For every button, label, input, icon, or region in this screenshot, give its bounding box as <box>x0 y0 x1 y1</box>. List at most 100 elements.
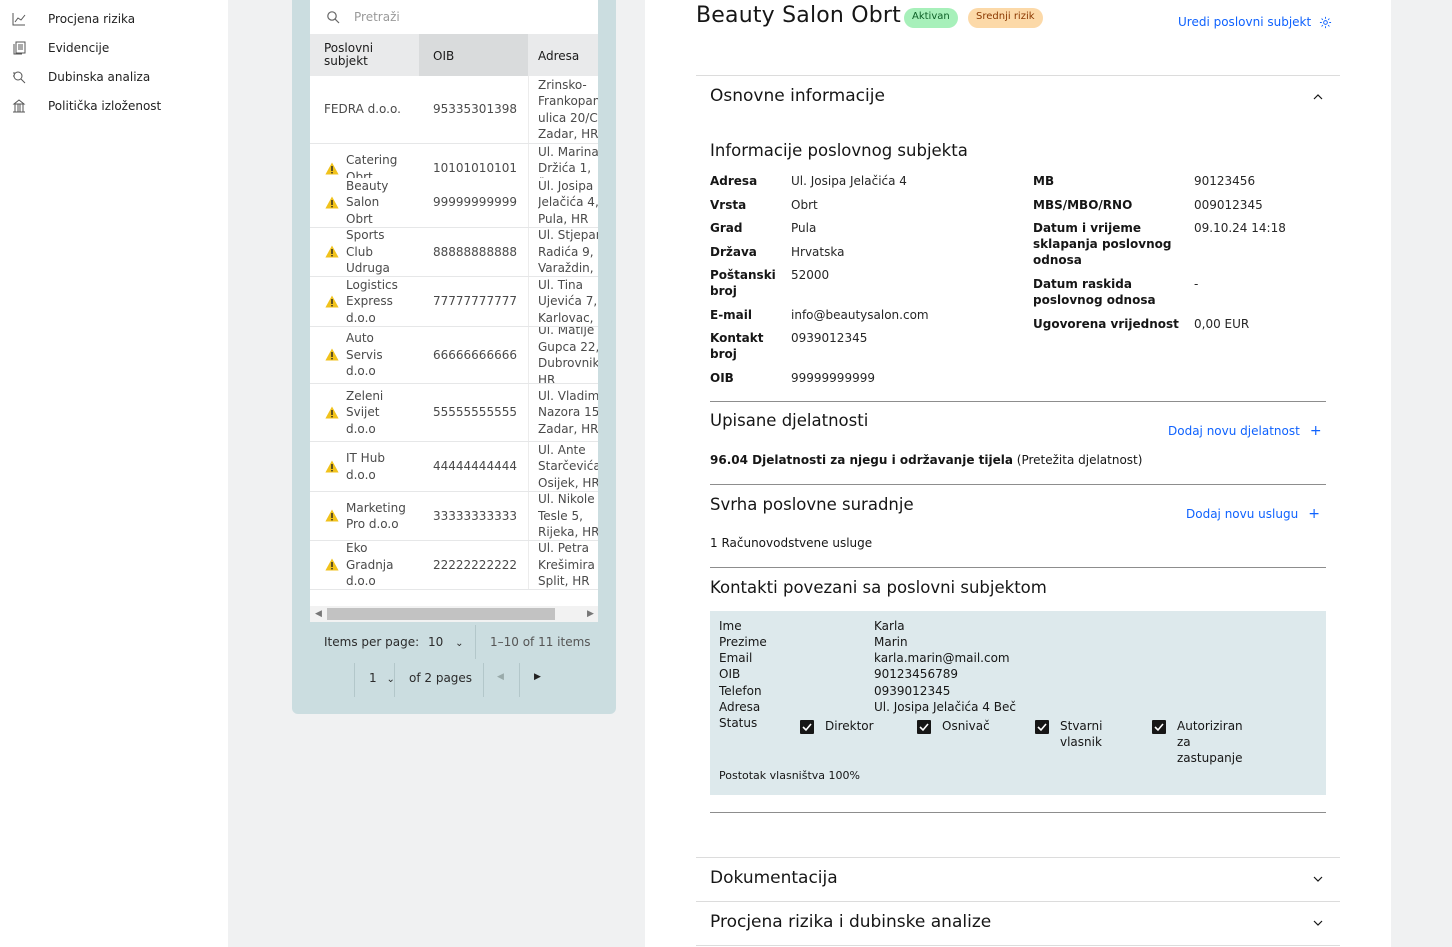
nav-item-procjena-rizika[interactable]: Procjena rizika <box>12 9 135 29</box>
add-activity-label: Dodaj novu djelatnost <box>1168 424 1300 438</box>
contact-key-adresa: Adresa <box>719 700 761 714</box>
field-key-grad: Grad <box>710 221 743 235</box>
chevron-up-icon[interactable] <box>1312 91 1324 103</box>
plus-icon: + <box>1309 423 1322 439</box>
warning-icon <box>325 558 339 571</box>
cell-oib: 77777777777 <box>433 294 517 309</box>
cell-oib: 88888888888 <box>433 244 517 259</box>
table-row[interactable]: Beauty Salon Obrt 99999999999 Ul. Josipa J… <box>310 178 598 228</box>
field-value-datum-raskida: - <box>1194 277 1199 291</box>
line-chart-icon <box>12 12 26 26</box>
table-row[interactable]: Auto Servis d.o.o 66666666666 Ul. Matije G… <box>310 327 598 384</box>
page-select[interactable]: 1 ⌄ <box>369 671 395 685</box>
cell-name: Sports Club Udruga <box>346 228 390 276</box>
warning-icon <box>325 295 339 307</box>
field-value-email: info@beautysalon.com <box>791 308 929 322</box>
table-row[interactable]: Logistics Express d.o.o 77777777777 Ul. Ti… <box>310 277 598 327</box>
role-label-osnivac: Osnivač <box>942 719 990 733</box>
table-row[interactable]: FEDRA d.o.o. 95335301398 Zrinsko- Frankopa… <box>310 76 598 144</box>
table-row[interactable]: Sports Club Udruga 88888888888 Ul. Stjepan… <box>310 228 598 277</box>
warning-icon <box>325 509 339 522</box>
contact-key-email: Email <box>719 651 753 665</box>
column-divider <box>528 277 529 326</box>
contact-key-telefon: Telefon <box>719 684 762 698</box>
section-title-basic[interactable]: Osnovne informacije <box>710 86 885 106</box>
business-entity-table: Poslovni subjekt OIB Adresa FEDRA d.o.o.… <box>310 34 598 606</box>
contact-value-ime: Karla <box>874 619 905 633</box>
cell-address: Ul. Nikole Tesle 5, Rijeka, HR <box>538 492 598 540</box>
column-divider <box>528 76 529 143</box>
warning-icon <box>325 162 339 174</box>
items-per-page-value: 10 <box>428 635 444 649</box>
items-per-page-label: Items per page: <box>324 635 420 649</box>
cell-name: IT Hub d.o.o <box>346 451 385 482</box>
search-input[interactable]: Pretraži <box>310 0 598 34</box>
column-divider <box>528 327 529 383</box>
nav-item-label: Politička izloženost <box>48 99 162 113</box>
chevron-down-icon: ⌄ <box>455 638 464 649</box>
nav-item-politicka-izlozenost[interactable]: Politička izloženost <box>12 96 161 116</box>
column-header-oib[interactable]: OIB <box>419 34 528 76</box>
cell-name: Logistics Express d.o.o <box>346 277 398 325</box>
role-label-stvarni-vlasnik: Stvarni vlasnik <box>1060 719 1103 749</box>
scroll-left-icon[interactable]: ◀ <box>315 609 322 619</box>
column-divider <box>528 541 529 589</box>
column-header-name[interactable]: Poslovni subjekt <box>310 34 419 76</box>
contact-value-telefon: 0939012345 <box>874 684 951 698</box>
column-divider <box>528 492 529 540</box>
section-title-docs[interactable]: Dokumentacija <box>710 868 838 888</box>
pages-total: of 2 pages <box>409 671 473 685</box>
cell-address: Ul. Petra Krešimira 3 Split, HR <box>538 541 595 589</box>
table-row[interactable]: Marketing Pro d.o.o 33333333333 Ul. Nikole… <box>310 492 598 541</box>
nav-item-dubinska-analiza[interactable]: Dubinska analiza <box>12 67 150 87</box>
plus-icon: + <box>1308 506 1320 522</box>
cell-oib: 55555555555 <box>433 405 517 420</box>
table-row[interactable]: Zeleni Svijet d.o.o 55555555555 Ul. Vladim… <box>310 384 598 442</box>
cell-name: Eko Gradnja d.o.o <box>346 541 394 589</box>
purpose-title: Svrha poslovne suradnje <box>710 495 914 514</box>
items-per-page-select[interactable]: 10 ⌄ <box>428 635 464 649</box>
divider <box>710 484 1326 485</box>
column-divider <box>528 178 529 227</box>
previous-page-icon[interactable]: ◀ <box>497 672 504 682</box>
scrollbar-thumb[interactable] <box>327 608 555 620</box>
warning-icon <box>325 406 339 418</box>
pager-divider <box>483 663 484 697</box>
chevron-down-icon[interactable] <box>1312 873 1324 885</box>
add-activity-link[interactable]: Dodaj novu djelatnost + <box>1168 423 1322 439</box>
cell-oib: 44444444444 <box>433 459 517 474</box>
cell-name: FEDRA d.o.o. <box>324 102 401 117</box>
section-title-risk[interactable]: Procjena rizika i dubinske analize <box>710 912 991 932</box>
cell-name: Zeleni Svijet d.o.o <box>346 388 384 436</box>
contact-card <box>710 611 1326 795</box>
info-section-title: Informacije poslovnog subjekta <box>710 141 968 160</box>
contact-value-prezime: Marin <box>874 635 908 649</box>
cell-address: Ul. Vladimira Nazora 15, Zadar, HR <box>538 388 598 436</box>
pager-divider <box>475 625 476 659</box>
cell-address: Ul. Matije Gupca 22, Dubrovnik, HR <box>538 327 598 383</box>
field-key-datum-raskida: Datum raskida poslovnog odnosa <box>1033 277 1156 307</box>
chevron-down-icon[interactable] <box>1312 917 1324 929</box>
checkbox-direktor[interactable] <box>800 720 814 734</box>
nav-item-evidencije[interactable]: Evidencije <box>12 38 109 58</box>
checkbox-autoriziran[interactable] <box>1152 720 1166 734</box>
edit-entity-link[interactable]: Uredi poslovni subjekt <box>1178 15 1332 29</box>
add-service-link[interactable]: Dodaj novu uslugu + <box>1186 506 1320 522</box>
field-value-drzava: Hrvatska <box>791 245 845 259</box>
column-divider <box>528 384 529 441</box>
scroll-right-icon[interactable]: ▶ <box>587 609 594 619</box>
column-header-address[interactable]: Adresa <box>528 34 598 76</box>
checkbox-osnivac[interactable] <box>917 720 931 734</box>
table-row[interactable]: Eko Gradnja d.o.o 22222222222 Ul. Petra Kr… <box>310 541 598 590</box>
divider <box>710 401 1326 402</box>
divider <box>696 945 1340 946</box>
checkbox-stvarni-vlasnik[interactable] <box>1035 720 1049 734</box>
role-label-direktor: Direktor <box>825 719 874 733</box>
horizontal-scrollbar[interactable]: ◀ ▶ <box>310 606 598 622</box>
table-row[interactable]: IT Hub d.o.o 44444444444 Ul. Ante Starčevi… <box>310 442 598 492</box>
activity-item: 96.04 Djelatnosti za njegu i održavanje … <box>710 453 1142 467</box>
next-page-icon[interactable]: ▶ <box>534 672 541 682</box>
field-value-mb: 90123456 <box>1194 174 1256 188</box>
contact-key-ime: Ime <box>719 619 742 633</box>
cell-oib: 22222222222 <box>433 557 517 572</box>
